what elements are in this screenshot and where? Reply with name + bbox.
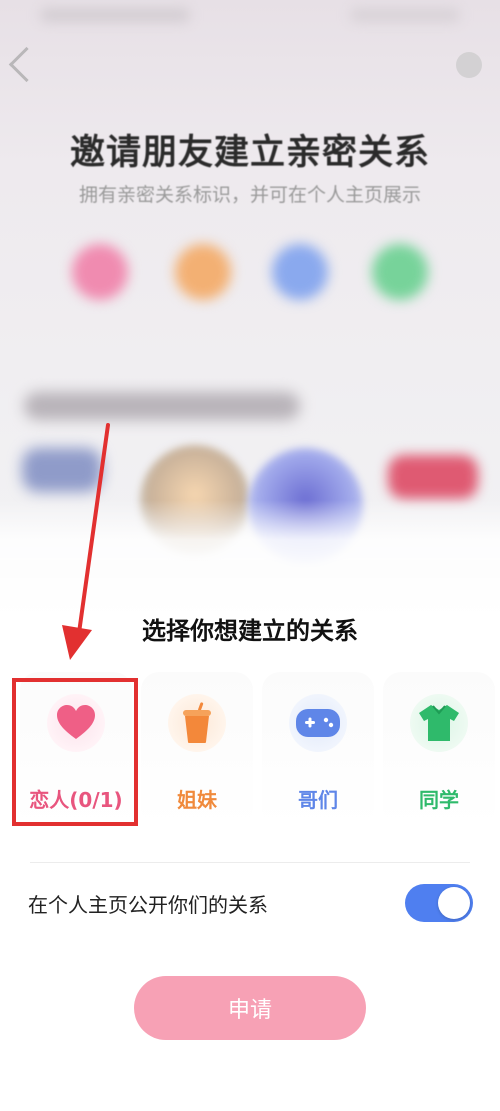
cup-icon: [183, 702, 211, 743]
status-bar-left: [40, 8, 190, 22]
back-icon: [8, 46, 45, 83]
annotation-highlight-box: [12, 678, 138, 826]
relation-option-bro[interactable]: 哥们: [262, 672, 374, 828]
public-relation-label: 在个人主页公开你们的关系: [28, 893, 268, 917]
gamepad-icon: [296, 709, 340, 737]
relation-option-classmate[interactable]: 同学: [383, 672, 495, 828]
background-page: 邀请朋友建立亲密关系 拥有亲密关系标识，并可在个人主页展示: [0, 0, 500, 563]
apply-button[interactable]: 申请: [134, 976, 366, 1040]
relation-label-classmate: 同学: [419, 788, 459, 812]
public-relation-toggle[interactable]: [405, 884, 473, 922]
tshirt-icon: [419, 705, 459, 741]
heart-badge-icon: [72, 244, 128, 300]
page-title: 邀请朋友建立亲密关系: [69, 133, 430, 173]
relation-label-sister: 姐妹: [177, 788, 217, 812]
gamepad-badge-icon: [272, 244, 328, 300]
relation-option-sister[interactable]: 姐妹: [141, 672, 253, 828]
sheet-title: 选择你想建立的关系: [142, 617, 358, 645]
toggle-knob: [438, 887, 470, 919]
relation-label-bro: 哥们: [298, 788, 338, 812]
divider: [30, 862, 470, 863]
tshirt-badge-icon: [372, 244, 428, 300]
page-subtitle: 拥有亲密关系标识，并可在个人主页展示: [78, 184, 421, 206]
status-bar-right: [350, 8, 460, 22]
help-icon: [456, 52, 482, 78]
cup-badge-icon: [175, 244, 231, 300]
blurred-heading: [24, 392, 300, 420]
blurred-pill-left: [22, 448, 102, 492]
blurred-pill-right: [388, 455, 478, 499]
